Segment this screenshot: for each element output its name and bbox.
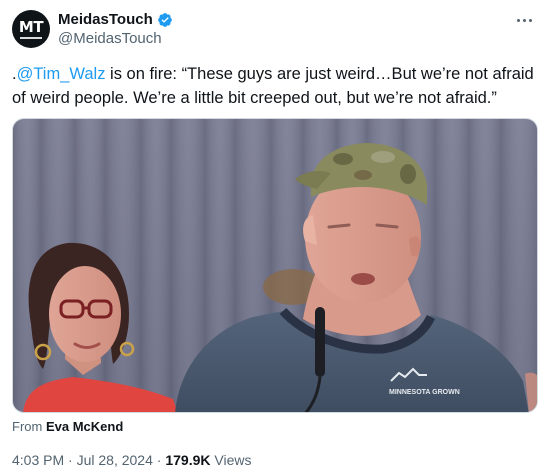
author-names: MeidasTouch @MeidasTouch [58,11,173,47]
more-options-icon[interactable] [514,12,534,28]
shirt-logo-text: MINNESOTA GROWN [389,389,460,396]
tweet-text: .@Tim_Walz is on fire: “These guys are j… [12,62,540,110]
avatar-initials: MT [18,18,44,36]
media-attribution: From Eva McKend [12,419,123,434]
meta-separator-1: · [68,452,73,468]
avatar-underline [20,37,42,39]
attribution-name[interactable]: Eva McKend [46,419,123,434]
avatar[interactable]: MT [12,10,50,48]
tweet-time[interactable]: 4:03 PM [12,452,64,468]
meta-separator-2: · [156,452,162,468]
mention-link[interactable]: @Tim_Walz [17,65,106,83]
verified-badge-icon [157,12,172,27]
views-label: Views [214,452,252,468]
views-count[interactable]: 179.9K [165,452,210,468]
attribution-prefix: From [12,419,43,434]
video-frame: MINNESOTA GROWN [13,119,537,412]
tweet-date[interactable]: Jul 28, 2024 [77,452,153,468]
video-media[interactable]: MINNESOTA GROWN [12,118,538,413]
author-handle[interactable]: @MeidasTouch [58,30,173,47]
display-name[interactable]: MeidasTouch [58,11,153,28]
display-name-row: MeidasTouch [58,11,173,28]
tweet-meta: 4:03 PM · Jul 28, 2024 · 179.9K Views [12,452,251,468]
tweet-header: MT MeidasTouch @MeidasTouch [12,10,538,50]
